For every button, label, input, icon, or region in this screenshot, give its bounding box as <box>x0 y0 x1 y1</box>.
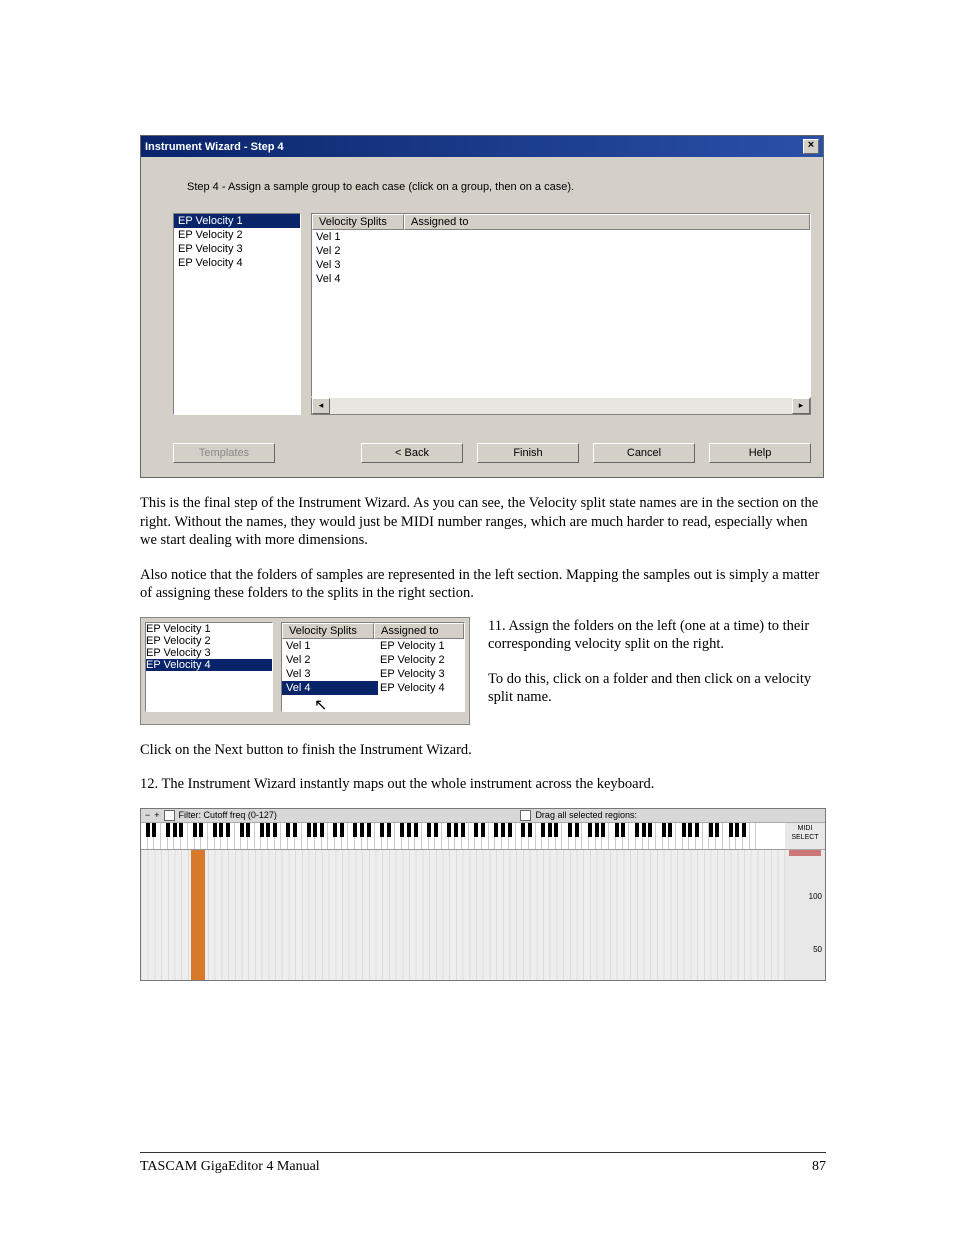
body-paragraph: Click on the Next button to finish the I… <box>140 741 824 760</box>
step-text: 12. The Instrument Wizard instantly maps… <box>140 775 824 794</box>
footer-product: TASCAM GigaEditor 4 Manual <box>140 1159 320 1175</box>
table-row[interactable]: Vel 3 <box>312 258 810 272</box>
finish-button[interactable]: Finish <box>477 443 579 463</box>
table-row[interactable]: Vel 3EP Velocity 3 <box>282 667 464 681</box>
drag-label: Drag all selected regions: <box>535 810 637 820</box>
body-paragraph: This is the final step of the Instrument… <box>140 494 824 550</box>
list-item[interactable]: EP Velocity 3 <box>146 647 272 659</box>
step-instruction: Step 4 - Assign a sample group to each c… <box>187 181 811 193</box>
selected-region[interactable] <box>191 850 205 980</box>
col-header[interactable]: Assigned to <box>404 214 810 230</box>
list-item[interactable]: EP Velocity 4 <box>146 659 272 671</box>
dropdown-icon[interactable] <box>520 810 531 821</box>
help-button[interactable]: Help <box>709 443 811 463</box>
col-header[interactable]: Assigned to <box>374 623 464 639</box>
piano-keyboard[interactable] <box>141 823 785 849</box>
close-icon[interactable]: × <box>803 139 819 154</box>
keyboard-region-editor: − + Filter: Cutoff freq (0-127) Drag all… <box>140 808 826 981</box>
dropdown-icon[interactable] <box>164 810 175 821</box>
table-row[interactable]: Vel 2 <box>312 244 810 258</box>
scale-label: 100 <box>785 892 825 901</box>
instrument-wizard-window: Instrument Wizard - Step 4 × Step 4 - As… <box>140 135 824 478</box>
col-header[interactable]: Velocity Splits <box>312 214 404 230</box>
list-item[interactable]: EP Velocity 3 <box>174 242 300 256</box>
mini-sample-list[interactable]: EP Velocity 1 EP Velocity 2 EP Velocity … <box>145 622 273 712</box>
body-paragraph: Also notice that the folders of samples … <box>140 566 824 603</box>
page-number: 87 <box>812 1159 826 1175</box>
scroll-right-icon[interactable]: ▸ <box>792 398 810 414</box>
table-row[interactable]: Vel 4 <box>312 272 810 286</box>
step-text: To do this, click on a folder and then c… <box>488 670 824 707</box>
velocity-splits-table[interactable]: Velocity Splits Assigned to Vel 1 Vel 2 … <box>311 213 811 397</box>
h-scrollbar[interactable]: ◂ ▸ <box>311 397 811 415</box>
plus-icon[interactable]: + <box>154 810 159 820</box>
list-item[interactable]: EP Velocity 2 <box>174 228 300 242</box>
cursor-icon: ↖ <box>314 695 496 715</box>
region-grid[interactable] <box>141 850 785 980</box>
list-item[interactable]: EP Velocity 1 <box>146 623 272 635</box>
templates-button[interactable]: Templates <box>173 443 275 463</box>
table-row[interactable]: Vel 4EP Velocity 4 <box>282 681 464 695</box>
window-title: Instrument Wizard - Step 4 <box>145 141 284 153</box>
col-header[interactable]: Velocity Splits <box>282 623 374 639</box>
step-text: 11. Assign the folders on the left (one … <box>488 617 824 654</box>
table-row[interactable]: Vel 1 <box>312 230 810 244</box>
sample-group-list[interactable]: EP Velocity 1 EP Velocity 2 EP Velocity … <box>173 213 301 415</box>
window-titlebar: Instrument Wizard - Step 4 × <box>141 136 823 157</box>
midi-select-button[interactable]: MIDI SELECT <box>785 823 825 850</box>
minus-icon[interactable]: − <box>145 810 150 820</box>
mini-velocity-table[interactable]: Velocity Splits Assigned to Vel 1EP Velo… <box>281 622 465 712</box>
scale-label: 50 <box>785 945 825 954</box>
list-item[interactable]: EP Velocity 1 <box>174 214 300 228</box>
table-row[interactable]: Vel 1EP Velocity 1 <box>282 639 464 653</box>
filter-label: Filter: Cutoff freq (0-127) <box>179 810 277 820</box>
list-item[interactable]: EP Velocity 4 <box>174 256 300 270</box>
mini-example: EP Velocity 1 EP Velocity 2 EP Velocity … <box>140 617 470 725</box>
cancel-button[interactable]: Cancel <box>593 443 695 463</box>
table-row[interactable]: Vel 2EP Velocity 2 <box>282 653 464 667</box>
back-button[interactable]: < Back <box>361 443 463 463</box>
list-item[interactable]: EP Velocity 2 <box>146 635 272 647</box>
scroll-left-icon[interactable]: ◂ <box>312 398 330 414</box>
